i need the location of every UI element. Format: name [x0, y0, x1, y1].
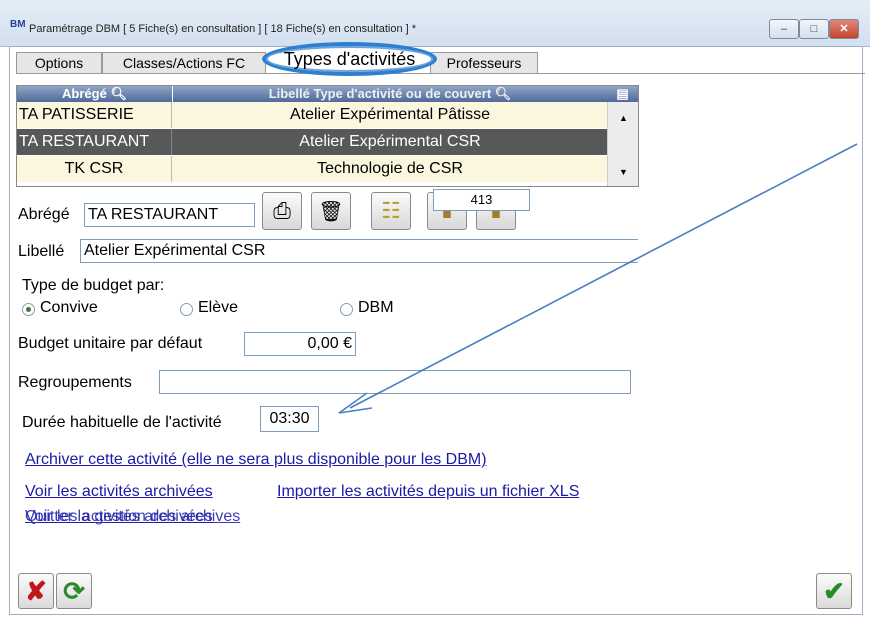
quit-archives-link[interactable]: Quitter la gestion des archives [25, 508, 240, 526]
cancel-button[interactable]: ✘ [18, 573, 54, 609]
green-check-icon: ✔ [823, 576, 845, 606]
refresh-button[interactable]: ⟳ [56, 573, 92, 609]
view-archived-link[interactable]: Voir les activités archivées [25, 483, 213, 501]
annotation-arrow [338, 143, 858, 414]
green-refresh-icon: ⟳ [63, 576, 85, 606]
validate-button[interactable]: ✔ [816, 573, 852, 609]
import-xls-link[interactable]: Importer les activités depuis un fichier… [277, 483, 579, 501]
red-x-icon: ✘ [25, 576, 47, 606]
archive-activity-link[interactable]: Archiver cette activité (elle ne sera pl… [25, 451, 487, 469]
